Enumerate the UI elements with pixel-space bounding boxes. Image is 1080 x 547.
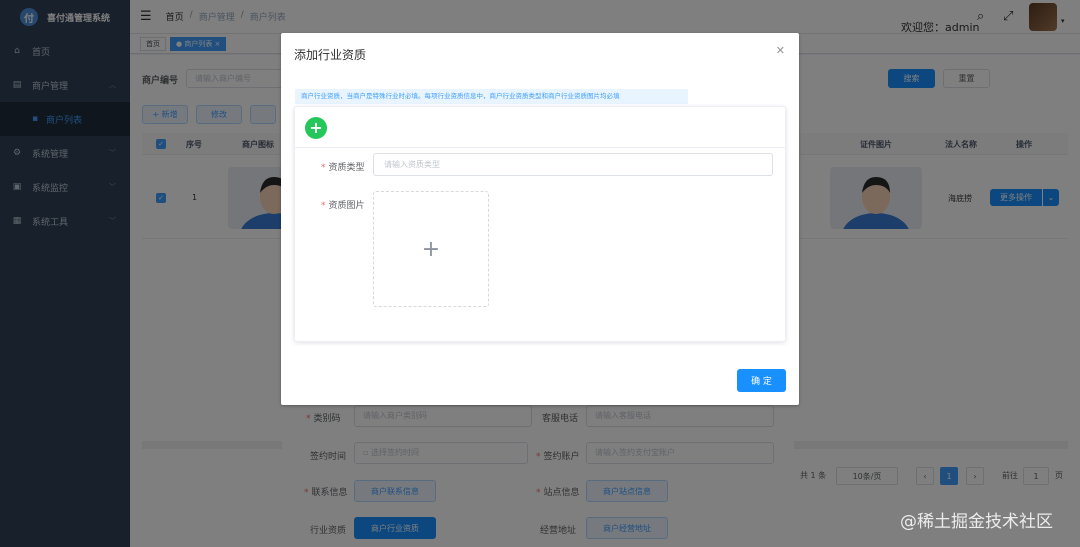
plus-icon: +: [421, 236, 441, 262]
confirm-button[interactable]: 确 定: [737, 369, 786, 392]
add-qualification-dialog: 添加行业资质 ✕ 商户行业资质，当商户是特殊行业时必填。每项行业资质信息中，商户…: [281, 33, 799, 405]
type-label: * 资质类型: [321, 163, 365, 173]
info-tip: 商户行业资质，当商户是特殊行业时必填。每项行业资质信息中，商户行业资质类型和商户…: [295, 89, 688, 104]
divider: [295, 147, 785, 148]
image-uploader[interactable]: +: [373, 191, 489, 307]
qualification-type-input[interactable]: 请输入资质类型: [373, 153, 773, 176]
watermark: @稀土掘金技术社区: [900, 512, 1053, 532]
close-icon[interactable]: ✕: [776, 44, 785, 57]
image-label: * 资质图片: [321, 201, 365, 211]
add-qualification-button[interactable]: +: [305, 117, 327, 139]
qualification-card: + * 资质类型 请输入资质类型 * 资质图片 +: [294, 106, 786, 342]
dialog-title: 添加行业资质: [294, 48, 367, 62]
